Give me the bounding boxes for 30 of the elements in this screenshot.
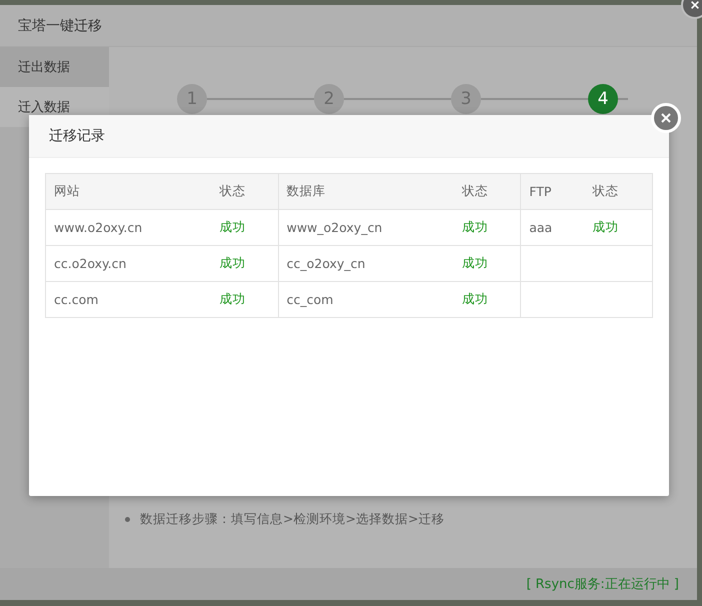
note-text: 数据迁移步骤：填写信息>检测环境>选择数据>迁移 (140, 511, 444, 528)
bullet-icon (125, 517, 130, 522)
close-icon (690, 0, 700, 10)
table-cell: cc_o2oxy_cn (278, 246, 454, 282)
close-icon (660, 112, 672, 124)
table-cell: 成功 (454, 246, 521, 282)
table-cell: aaa (520, 210, 585, 246)
step-circle: 4 (588, 84, 618, 114)
dialog-title: 迁移记录 (29, 115, 669, 158)
column-header: 状态 (211, 174, 278, 210)
table-cell: www.o2oxy.cn (46, 210, 212, 246)
status-text: [ Rsync服务:正在运行中 ] (526, 576, 679, 593)
table-cell: 成功 (211, 246, 278, 282)
table-cell (584, 282, 652, 318)
table-cell: 成功 (454, 282, 521, 318)
table-cell: 成功 (454, 210, 521, 246)
column-header: FTP (520, 174, 585, 210)
column-header: 网站 (46, 174, 212, 210)
table-cell: www_o2oxy_cn (278, 210, 454, 246)
table-cell (584, 246, 652, 282)
table-cell: cc.com (46, 282, 212, 318)
column-header: 数据库 (278, 174, 454, 210)
column-header: 状态 (454, 174, 521, 210)
table-cell: 成功 (211, 282, 278, 318)
column-header: 状态 (584, 174, 652, 210)
table-cell: cc.o2oxy.cn (46, 246, 212, 282)
table-cell: 成功 (584, 210, 652, 246)
sidebar-item[interactable]: 迁出数据 (0, 47, 109, 87)
table-cell: 成功 (211, 210, 278, 246)
table-cell: cc_com (278, 282, 454, 318)
